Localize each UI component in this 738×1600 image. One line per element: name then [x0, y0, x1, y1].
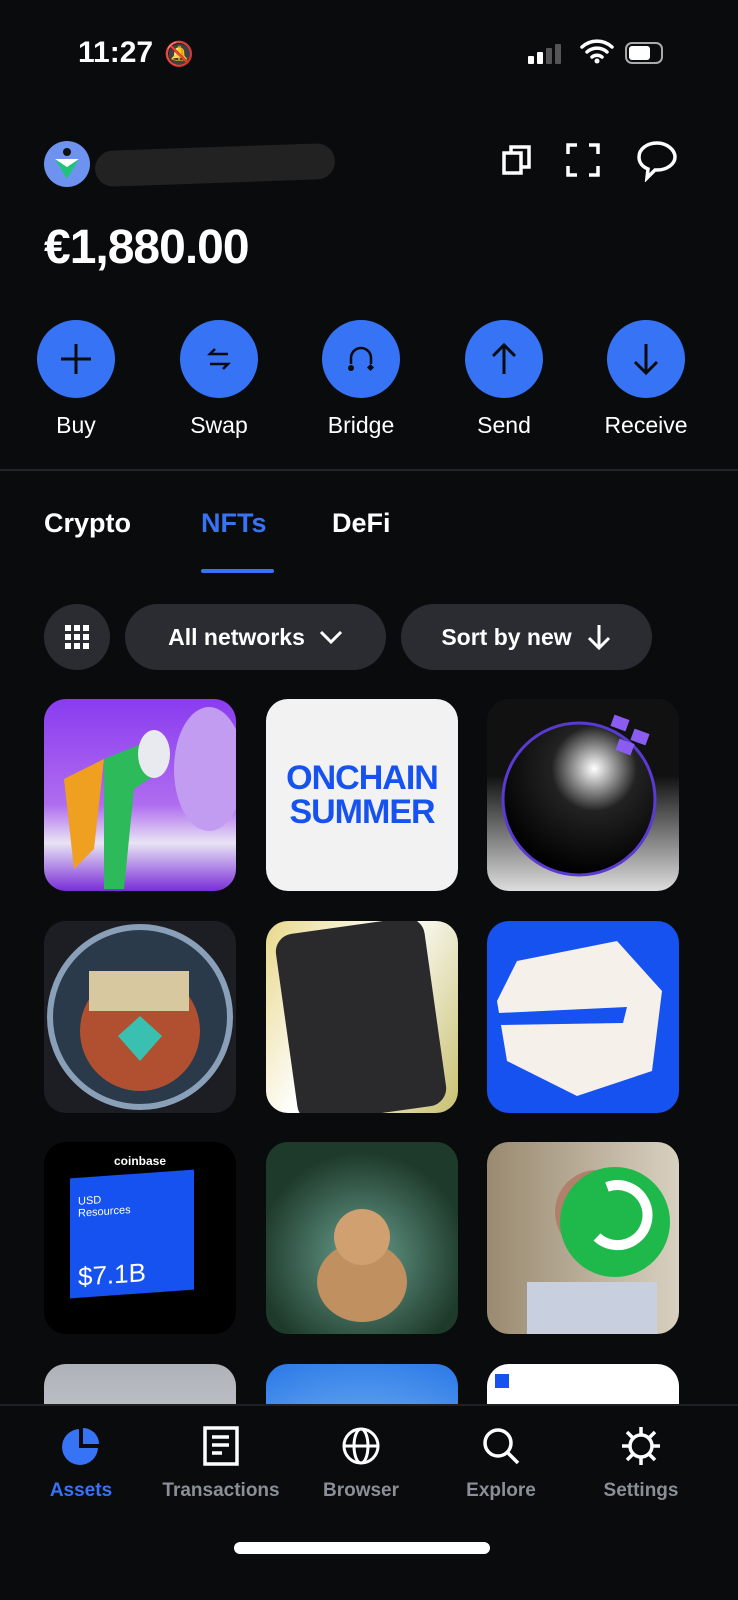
nav-label: Transactions	[162, 1480, 280, 1501]
arrow-down-icon	[587, 625, 610, 651]
nav-label: Settings	[603, 1480, 679, 1501]
receive-button[interactable]: Receive	[591, 320, 701, 439]
nft-item[interactable]	[44, 921, 236, 1113]
nft-usd-text: USD Resources	[78, 1194, 131, 1220]
send-label: Send	[477, 412, 531, 438]
grid-view-button[interactable]	[44, 604, 110, 670]
battery-icon	[625, 42, 663, 64]
nft-item[interactable]	[44, 699, 236, 891]
home-indicator[interactable]	[234, 1542, 490, 1554]
search-icon	[483, 1428, 520, 1465]
status-time: 11:27	[78, 36, 154, 69]
copy-icon[interactable]	[502, 144, 532, 176]
redacted-wallet-name	[94, 142, 336, 188]
nav-transactions[interactable]: Transactions	[151, 1426, 291, 1502]
bottom-nav: Assets Transactions Browser Explore Sett…	[0, 1404, 738, 1600]
swap-label: Swap	[190, 412, 248, 438]
globe-icon	[342, 1427, 380, 1465]
active-tab-indicator	[201, 569, 274, 573]
nft-usd-value: $7.1B	[78, 1257, 146, 1292]
nft-item[interactable]	[487, 699, 679, 891]
avatar[interactable]	[44, 141, 90, 187]
receive-label: Receive	[604, 412, 688, 438]
nft-item[interactable]: coinbase USD Resources $7.1B	[44, 1142, 236, 1334]
tab-defi[interactable]: DeFi	[332, 508, 391, 539]
chevron-down-icon	[319, 630, 342, 644]
nav-browser[interactable]: Browser	[291, 1426, 431, 1502]
send-button[interactable]: Send	[449, 320, 559, 439]
cellular-signal-icon	[528, 44, 561, 64]
bridge-icon	[348, 346, 375, 372]
pie-chart-icon	[62, 1428, 99, 1465]
plus-icon	[61, 344, 91, 374]
swap-icon	[206, 348, 232, 370]
nft-onchain-summer-text: ONCHAIN SUMMER	[286, 759, 439, 831]
buy-button[interactable]: Buy	[21, 320, 131, 439]
swap-button[interactable]: Swap	[164, 320, 274, 439]
chat-icon[interactable]	[636, 140, 678, 182]
document-icon	[203, 1426, 239, 1466]
nft-item[interactable]	[266, 1142, 458, 1334]
nav-label: Explore	[466, 1480, 536, 1501]
sort-button[interactable]: Sort by new	[401, 604, 652, 670]
tab-crypto[interactable]: Crypto	[44, 508, 131, 539]
networks-dropdown[interactable]: All networks	[125, 604, 386, 670]
divider	[0, 469, 738, 471]
nft-item[interactable]	[266, 921, 458, 1113]
nft-item[interactable]	[487, 921, 679, 1113]
nav-label: Assets	[49, 1480, 113, 1501]
arrow-up-icon	[491, 342, 517, 374]
buy-label: Buy	[56, 412, 96, 438]
balance: €1,880.00	[44, 221, 250, 274]
nft-coinbase-text: coinbase	[113, 1154, 167, 1168]
grid-icon	[65, 625, 89, 649]
wifi-icon	[580, 39, 614, 64]
nav-explore[interactable]: Explore	[431, 1426, 571, 1502]
arrow-down-icon	[633, 344, 659, 376]
bell-muted-icon: 🔕	[164, 41, 194, 68]
nft-item[interactable]	[487, 1142, 679, 1334]
networks-label: All networks	[168, 623, 305, 650]
bridge-button[interactable]: Bridge	[306, 320, 416, 439]
nav-assets[interactable]: Assets	[11, 1426, 151, 1502]
tab-nfts[interactable]: NFTs	[201, 508, 267, 539]
gear-icon	[622, 1427, 660, 1465]
nav-settings[interactable]: Settings	[571, 1426, 711, 1502]
sort-label: Sort by new	[441, 623, 572, 650]
bridge-label: Bridge	[327, 412, 395, 438]
nav-label: Browser	[322, 1480, 400, 1501]
scan-icon[interactable]	[566, 143, 600, 177]
nft-item[interactable]: ONCHAIN SUMMER	[266, 699, 458, 891]
